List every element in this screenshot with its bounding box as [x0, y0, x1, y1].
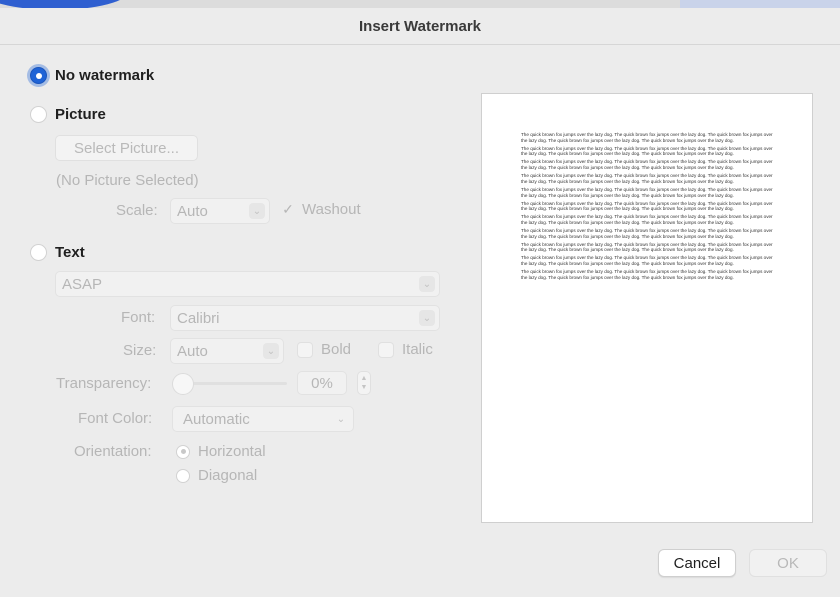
watermark-preview: The quick brown fox jumps over the lazy …	[481, 93, 813, 523]
horizontal-label: Horizontal	[198, 443, 266, 460]
text-label: Text	[55, 244, 85, 261]
bold-checkbox-box[interactable]	[297, 341, 313, 358]
picture-radio[interactable]	[30, 106, 47, 123]
chevron-down-icon: ⌄	[419, 310, 435, 326]
preview-paragraph: The quick brown fox jumps over the lazy …	[521, 214, 773, 225]
horizontal-radio[interactable]	[176, 444, 190, 459]
no-watermark-label: No watermark	[55, 67, 155, 84]
font-color-select[interactable]: Automatic ⌄	[172, 406, 354, 432]
dialog-titlebar: Insert Watermark	[0, 8, 840, 45]
size-label: Size:	[123, 342, 157, 359]
checkmark-icon: ✓	[282, 201, 294, 217]
italic-checkbox[interactable]: Italic	[378, 341, 433, 358]
diagonal-label: Diagonal	[198, 467, 258, 484]
preview-paragraph: The quick brown fox jumps over the lazy …	[521, 173, 773, 184]
watermark-text-value: ASAP	[62, 275, 103, 293]
font-label: Font:	[121, 309, 156, 326]
no-watermark-radio[interactable]	[30, 67, 47, 84]
transparency-slider[interactable]	[172, 372, 287, 396]
chevron-down-icon: ⌄	[336, 413, 346, 425]
slider-knob[interactable]	[172, 373, 194, 395]
chevron-down-icon: ⌄	[419, 276, 435, 292]
watermark-text-combo[interactable]: ASAP ⌄	[55, 271, 440, 297]
transparency-stepper[interactable]: ▲ ▼	[357, 371, 371, 395]
option-no-watermark[interactable]: No watermark	[30, 67, 154, 84]
option-picture[interactable]: Picture	[30, 106, 106, 123]
chevron-down-icon: ⌄	[249, 203, 265, 219]
font-select[interactable]: Calibri ⌄	[170, 305, 440, 331]
preview-paragraph: The quick brown fox jumps over the lazy …	[521, 145, 773, 157]
ok-button[interactable]: OK	[749, 549, 827, 577]
preview-paragraph: The quick brown fox jumps over the lazy …	[521, 132, 773, 143]
select-picture-button[interactable]: Select Picture...	[55, 135, 198, 161]
size-select[interactable]: Auto ⌄	[170, 338, 284, 364]
orientation-horizontal[interactable]: Horizontal	[176, 443, 266, 460]
scale-label: Scale:	[116, 202, 158, 219]
font-color-label: Font Color:	[78, 410, 153, 427]
transparency-value: 0%	[311, 374, 333, 392]
chevron-down-icon: ⌄	[263, 343, 279, 359]
picture-status: (No Picture Selected)	[56, 172, 199, 189]
scale-value: Auto	[177, 202, 208, 220]
background-app-strip	[680, 0, 840, 8]
chevron-down-icon: ▼	[360, 384, 368, 391]
font-color-value: Automatic	[183, 410, 250, 428]
preview-paragraph: The quick brown fox jumps over the lazy …	[521, 159, 773, 171]
italic-label: Italic	[402, 341, 433, 358]
italic-checkbox-box[interactable]	[378, 341, 394, 358]
preview-paragraph: The quick brown fox jumps over the lazy …	[521, 227, 773, 239]
preview-paragraph: The quick brown fox jumps over the lazy …	[521, 200, 773, 212]
dialog-title: Insert Watermark	[359, 17, 481, 35]
orientation-diagonal[interactable]: Diagonal	[176, 467, 257, 484]
option-text[interactable]: Text	[30, 244, 85, 261]
font-value: Calibri	[177, 309, 220, 327]
preview-paragraph: The quick brown fox jumps over the lazy …	[521, 186, 773, 198]
chevron-up-icon: ▲	[360, 375, 368, 382]
cancel-button[interactable]: Cancel	[658, 549, 736, 577]
preview-paragraph: The quick brown fox jumps over the lazy …	[521, 269, 773, 280]
bold-checkbox[interactable]: Bold	[297, 341, 351, 358]
picture-label: Picture	[55, 106, 106, 123]
preview-paragraph: The quick brown fox jumps over the lazy …	[521, 255, 773, 267]
scale-select[interactable]: Auto ⌄	[170, 198, 270, 224]
preview-text: The quick brown fox jumps over the lazy …	[521, 132, 776, 283]
washout-checkbox[interactable]: ✓ Washout	[280, 201, 361, 218]
size-value: Auto	[177, 342, 208, 360]
washout-label: Washout	[302, 201, 361, 218]
preview-paragraph: The quick brown fox jumps over the lazy …	[521, 241, 773, 253]
diagonal-radio[interactable]	[176, 468, 190, 483]
transparency-label: Transparency:	[56, 375, 152, 392]
bold-label: Bold	[321, 341, 352, 358]
transparency-field[interactable]: 0%	[297, 371, 347, 395]
text-radio[interactable]	[30, 244, 47, 261]
orientation-label: Orientation:	[74, 443, 152, 460]
